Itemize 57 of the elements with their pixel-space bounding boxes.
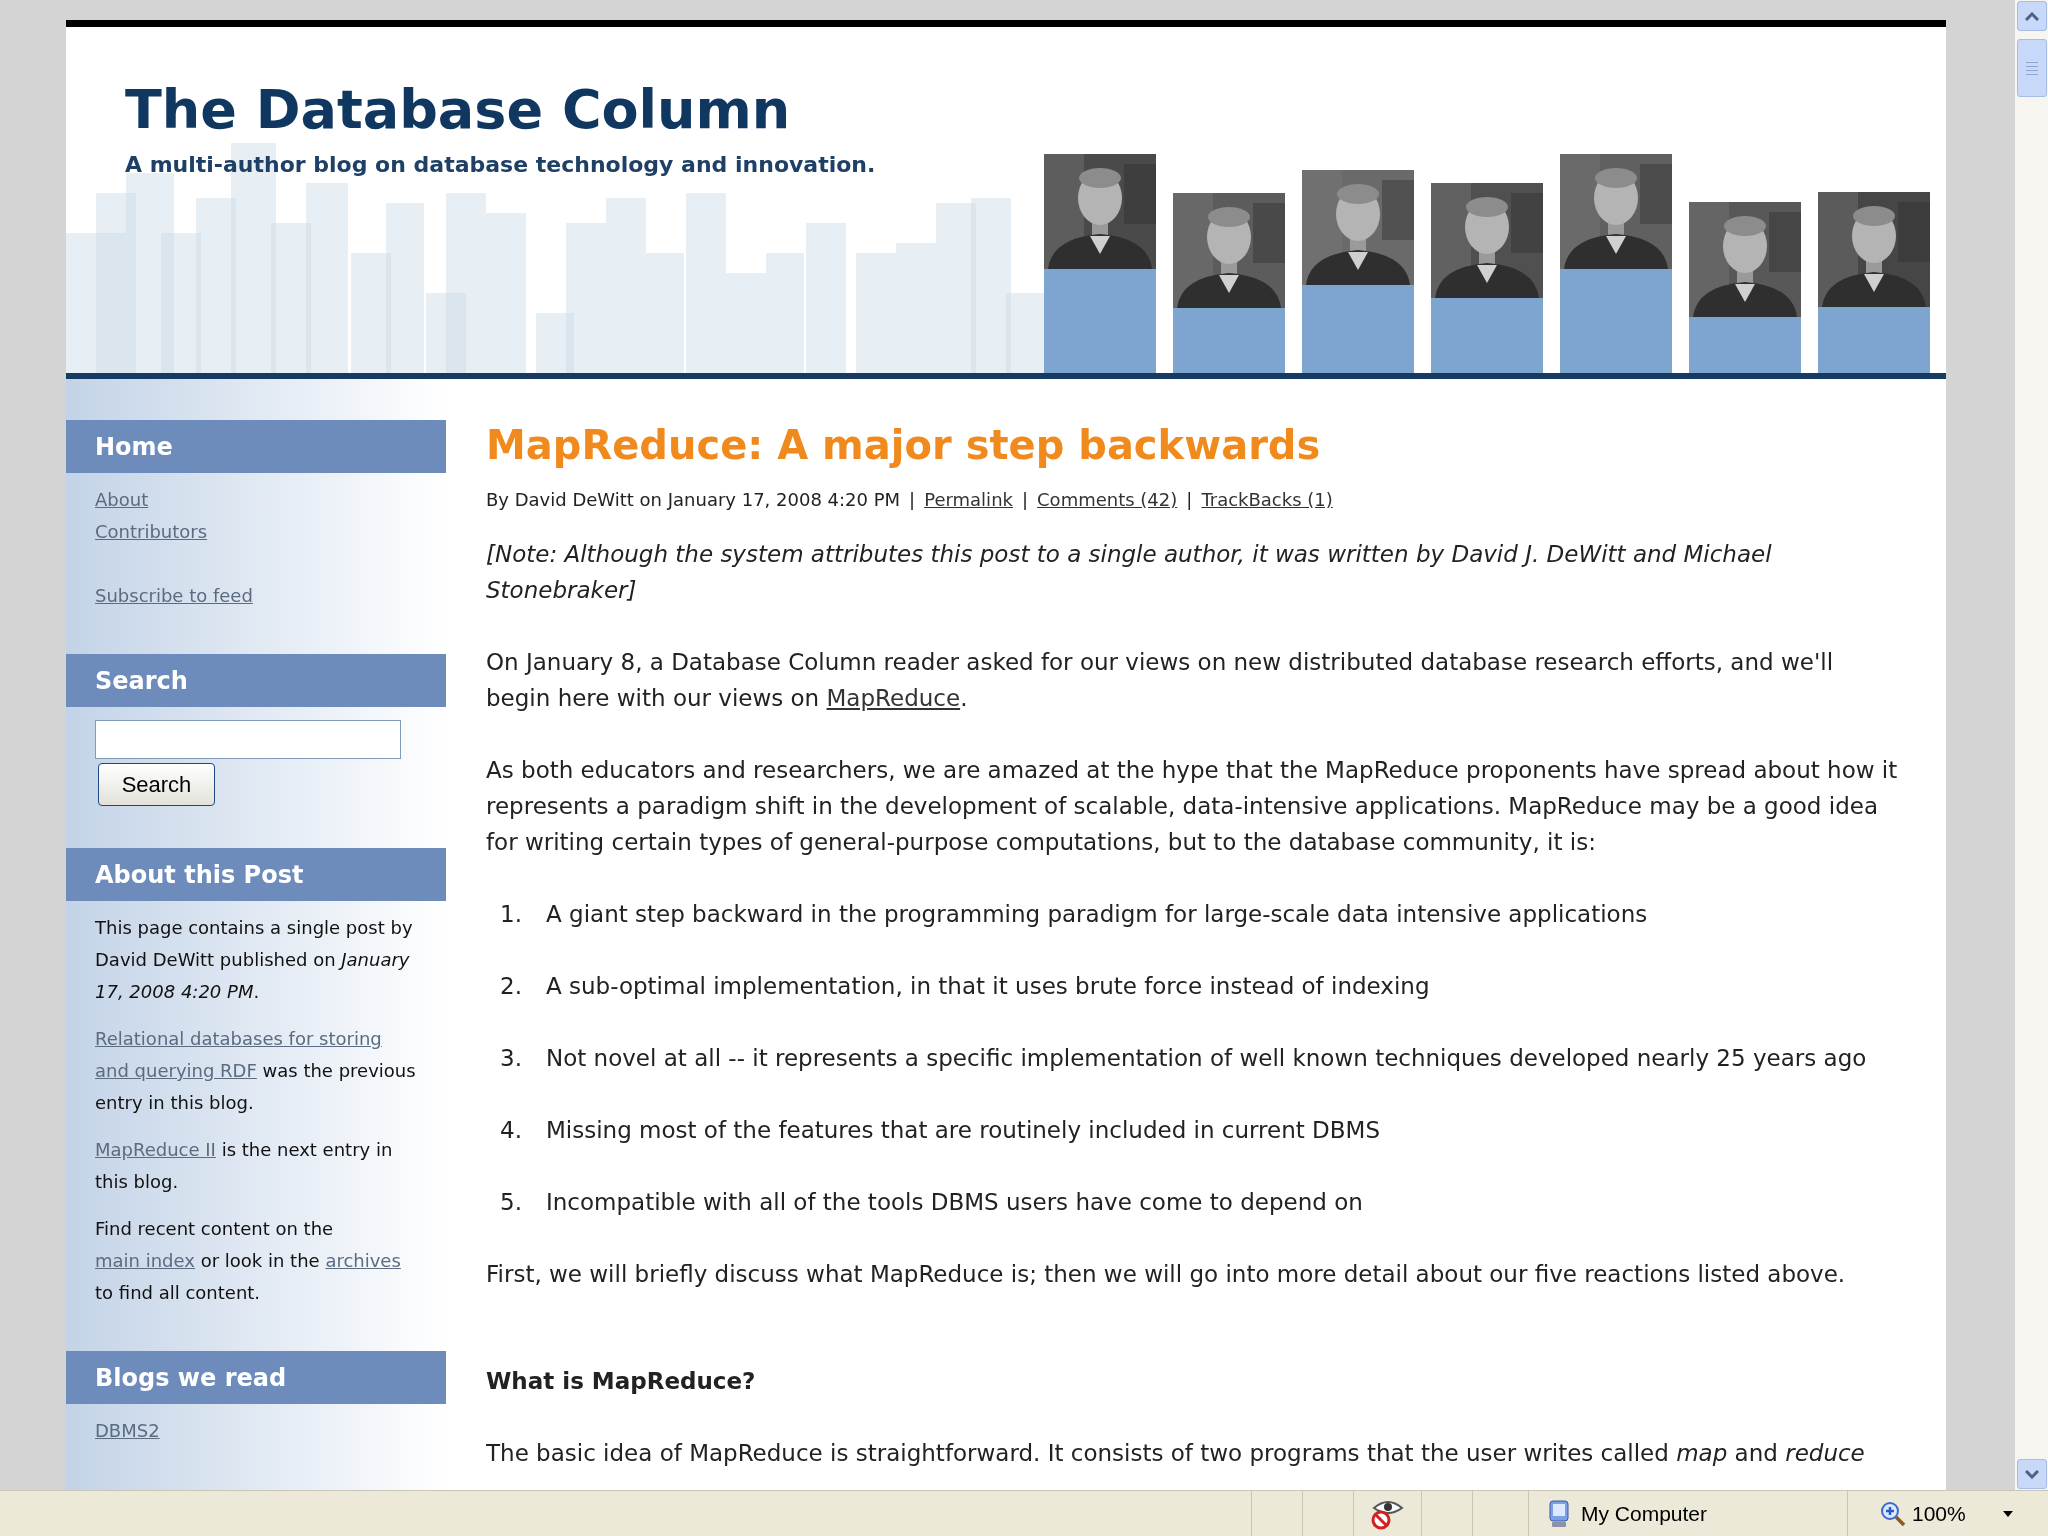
list-number: 1. <box>499 900 523 929</box>
chevron-down-icon <box>2024 1469 2039 1479</box>
zone-label: My Computer <box>1581 1500 1708 1527</box>
byline: By David DeWitt on January 17, 2008 4:20 PM <box>486 488 901 512</box>
link[interactable]: main index <box>95 1250 195 1271</box>
section-heading: About this Post <box>66 848 446 901</box>
paragraph: The basic idea of MapReduce is straightforward. It consists of two programs that the user writes called map and reduce <box>486 1439 1866 1468</box>
list-item: Not novel at all -- it represents a specific implementation of well known techniques developed nearly 25 years ago <box>546 1044 1867 1073</box>
scroll-down-button[interactable] <box>2016 1459 2047 1489</box>
scrollbar[interactable] <box>2015 0 2048 1490</box>
paragraph: This page contains a single post by David DeWitt published on January 17, 2008 4:20 PM. <box>95 916 414 1004</box>
separator: | <box>1021 488 1029 512</box>
scroll-thumb[interactable] <box>2016 39 2047 97</box>
link[interactable]: and querying RDF <box>95 1060 257 1081</box>
link[interactable]: Permalink <box>924 485 1013 515</box>
list-item: A sub-optimal implementation, in that it uses brute force instead of indexing <box>546 972 1430 1001</box>
section-heading: What is MapReduce? <box>486 1367 756 1396</box>
chevron-up-icon <box>2024 11 2039 21</box>
link[interactable]: MapReduce II <box>95 1139 216 1160</box>
site-title: The Database Column <box>125 77 791 143</box>
list-number: 5. <box>499 1188 523 1217</box>
sidebar-link[interactable]: DBMS2 <box>95 1420 160 1441</box>
paragraph: MapReduce II is the next entry in this blog. <box>95 1138 394 1194</box>
section-heading: Blogs we read <box>66 1351 446 1404</box>
paragraph: As both educators and researchers, we are amazed at the hype that the MapReduce proponents have spread about how it represents a paradigm shift in the development of scalable, data-intensive applications. MapReduce may be a good idea for writing certain types of general-purpose computations, but to the database community, it is: <box>486 756 1899 857</box>
list-number: 4. <box>499 1116 523 1145</box>
paragraph: Relational databases for storing and querying RDF was the previous entry in this blog. <box>95 1027 417 1115</box>
computer-icon <box>1547 1498 1571 1529</box>
note: [Note: Although the system attributes this post to a single author, it was written by David J. DeWitt and Michael Stonebraker] <box>486 540 1773 605</box>
paragraph: On January 8, a Database Column reader asked for our views on new distributed database research efforts, and we'll begin here with our views on MapReduce. <box>486 648 1835 713</box>
link[interactable]: TrackBacks (1) <box>1201 485 1333 515</box>
separator: | <box>909 488 916 512</box>
section-heading: Home <box>66 420 446 473</box>
post-title: MapReduce: A major step backwards <box>486 421 1321 470</box>
sidebar-link[interactable]: Contributors <box>95 521 208 542</box>
scroll-up-button[interactable] <box>2016 1 2047 31</box>
paragraph: Find recent content on the main index or look in the archives to find all content. <box>95 1217 402 1305</box>
link[interactable]: MapReduce <box>826 685 961 711</box>
separator: | <box>1186 488 1193 512</box>
list-item: Missing most of the features that are routinely included in current DBMS <box>546 1116 1381 1145</box>
list-number: 3. <box>499 1044 523 1073</box>
list-item: Incompatible with all of the tools DBMS users have come to depend on <box>546 1188 1363 1217</box>
search-button[interactable]: Search <box>98 763 215 806</box>
paragraph: First, we will briefly discuss what MapReduce is; then we will go into more detail about our five reactions listed above. <box>486 1260 1847 1289</box>
list-number: 2. <box>499 972 523 1001</box>
link[interactable]: Comments (42) <box>1037 485 1178 515</box>
site-tagline: A multi-author blog on database technology and innovation. <box>125 151 876 179</box>
section-heading: Search <box>66 654 446 707</box>
zoom-icon[interactable] <box>1880 1500 1906 1527</box>
caret-icon[interactable] <box>2001 1509 2014 1518</box>
list-item: A giant step backward in the programming paradigm for large-scale data intensive applications <box>546 900 1648 929</box>
zoom-level: 100% <box>1912 1500 1966 1527</box>
link[interactable]: Relational databases for storing <box>95 1028 382 1049</box>
link[interactable]: archives <box>325 1250 401 1271</box>
sidebar-link[interactable]: About <box>95 489 149 510</box>
sidebar-link[interactable]: Subscribe to feed <box>95 585 253 606</box>
search-field[interactable] <box>95 720 401 759</box>
